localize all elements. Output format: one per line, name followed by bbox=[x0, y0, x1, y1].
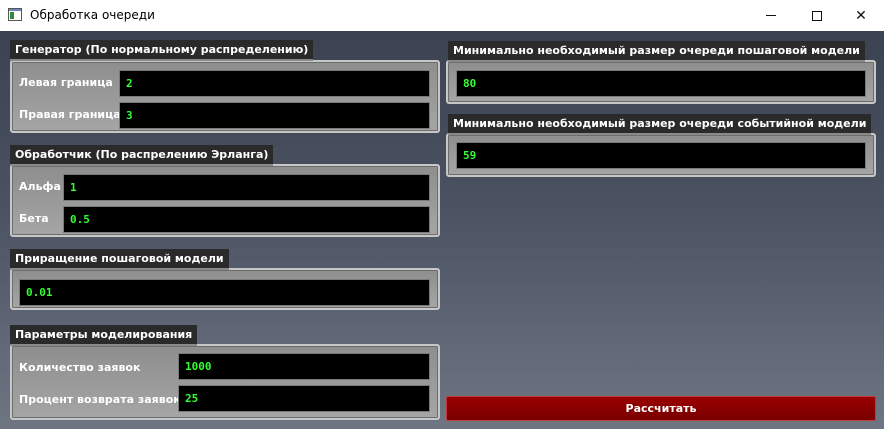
minimize-icon bbox=[766, 15, 776, 16]
calculate-button[interactable]: Рассчитать bbox=[446, 396, 876, 421]
right-bound-input[interactable]: 3 bbox=[119, 102, 430, 129]
title-bar: Обработка очереди ✕ bbox=[0, 0, 884, 31]
window-title: Обработка очереди bbox=[30, 8, 155, 22]
maximize-icon bbox=[812, 10, 822, 21]
request-count-label: Количество заявок bbox=[19, 361, 141, 374]
request-count-input[interactable]: 1000 bbox=[178, 353, 430, 380]
minimize-button[interactable] bbox=[748, 0, 794, 31]
result-event-output: 59 bbox=[456, 142, 866, 169]
result-step-output: 80 bbox=[456, 70, 866, 97]
beta-label: Бета bbox=[19, 212, 49, 225]
step-group-title: Приращение пошаговой модели bbox=[10, 249, 229, 270]
maximize-button[interactable] bbox=[794, 0, 840, 31]
left-bound-label: Левая граница bbox=[19, 76, 113, 89]
alpha-input[interactable]: 1 bbox=[63, 174, 430, 201]
return-percent-label: Процент возврата заявок bbox=[19, 393, 181, 406]
close-button[interactable]: ✕ bbox=[838, 0, 884, 31]
result-step-group-title: Минимально необходимый размер очереди по… bbox=[448, 41, 865, 62]
left-bound-input[interactable]: 2 bbox=[119, 70, 430, 97]
close-icon: ✕ bbox=[855, 7, 867, 24]
step-increment-input[interactable]: 0.01 bbox=[19, 279, 430, 306]
alpha-label: Альфа bbox=[19, 180, 61, 193]
beta-input[interactable]: 0.5 bbox=[63, 206, 430, 233]
params-group-title: Параметры моделирования bbox=[10, 325, 198, 346]
handler-group-title: Обработчик (По распрелению Эрланга) bbox=[10, 145, 274, 166]
right-bound-label: Правая граница bbox=[19, 108, 121, 121]
generator-group-title: Генератор (По нормальному распределению) bbox=[10, 40, 314, 61]
return-percent-input[interactable]: 25 bbox=[178, 385, 430, 412]
app-icon bbox=[8, 8, 22, 21]
result-event-group-title: Минимально необходимый размер очереди со… bbox=[448, 114, 872, 135]
